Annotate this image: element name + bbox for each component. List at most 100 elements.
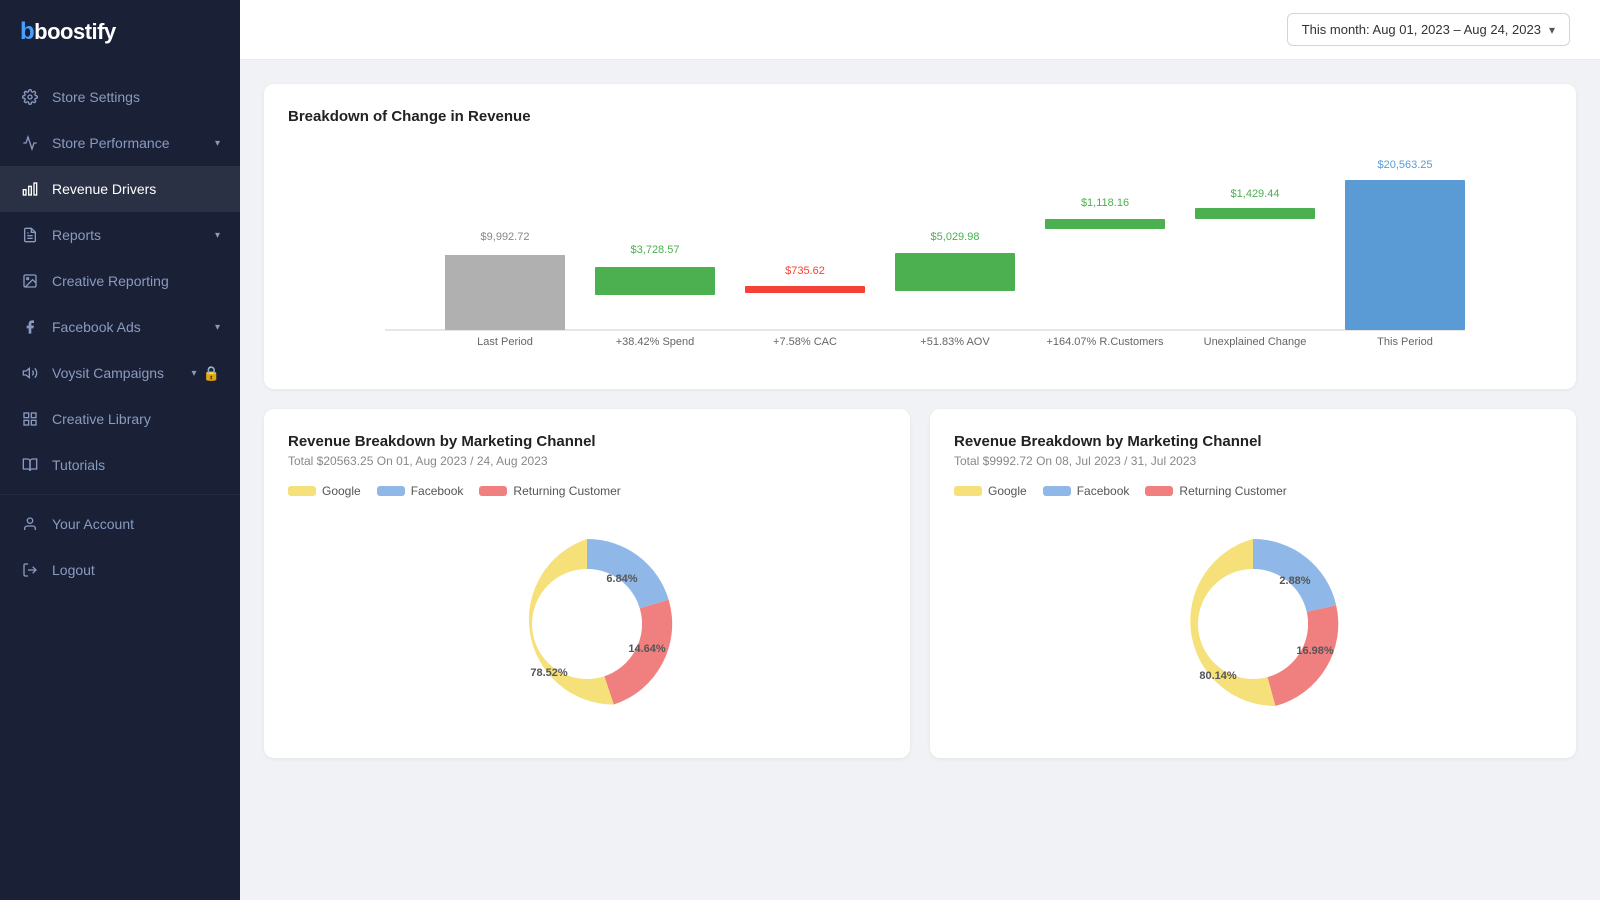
sidebar-item-creative-library[interactable]: Creative Library [0,396,240,442]
document-icon [20,225,40,245]
donut-prev-subtitle: Total $9992.72 On 08, Jul 2023 / 31, Jul… [954,454,1552,468]
google-color-dot-prev [954,486,982,496]
logo-text: boostify [34,19,116,44]
donut-current-svg: 6.84% 14.64% 78.52% [477,514,697,734]
donut-row: Revenue Breakdown by Marketing Channel T… [264,409,1576,758]
svg-text:$5,029.98: $5,029.98 [931,231,980,243]
sidebar-label-revenue-drivers: Revenue Drivers [52,181,220,197]
svg-text:+51.83% AOV: +51.83% AOV [920,336,990,348]
nav-divider [0,494,240,495]
svg-text:16.98%: 16.98% [1296,645,1334,657]
legend-label-google: Google [322,484,361,498]
sidebar-label-logout: Logout [52,562,220,578]
book-icon [20,455,40,475]
waterfall-title: Breakdown of Change in Revenue [288,108,1552,125]
svg-text:$1,429.44: $1,429.44 [1231,188,1280,200]
date-range-picker[interactable]: This month: Aug 01, 2023 – Aug 24, 2023 … [1287,13,1570,46]
sidebar-item-your-account[interactable]: Your Account [0,501,240,547]
legend-label-facebook-prev: Facebook [1077,484,1130,498]
svg-text:Unexplained Change: Unexplained Change [1204,336,1307,348]
chart-bar-icon [20,179,40,199]
waterfall-svg: $9,992.72 Last Period $3,728.57 +38.42% … [288,145,1552,365]
gear-icon [20,87,40,107]
topbar: This month: Aug 01, 2023 – Aug 24, 2023 … [240,0,1600,60]
legend-label-google-prev: Google [988,484,1027,498]
lock-icon: 🔒 [203,365,220,382]
grid-icon [20,409,40,429]
donut-current-legend: Google Facebook Returning Customer [288,484,886,498]
sidebar-item-voysit-campaigns[interactable]: Voysit Campaigns ▾ 🔒 [0,350,240,396]
chevron-down-icon: ▾ [215,138,220,149]
svg-text:+7.58% CAC: +7.58% CAC [773,336,837,348]
legend-label-returning: Returning Customer [513,484,620,498]
facebook-color-dot [377,486,405,496]
sidebar: bboostify Store Settings Store Performan… [0,0,240,900]
sidebar-item-store-settings[interactable]: Store Settings [0,74,240,120]
legend-label-returning-prev: Returning Customer [1179,484,1286,498]
sidebar-label-your-account: Your Account [52,516,220,532]
donut-prev-title: Revenue Breakdown by Marketing Channel [954,433,1552,450]
svg-text:78.52%: 78.52% [530,667,568,679]
sidebar-label-voysit-campaigns: Voysit Campaigns [52,365,192,381]
logout-icon [20,560,40,580]
sidebar-label-store-performance: Store Performance [52,135,215,151]
legend-item-returning: Returning Customer [479,484,620,498]
sidebar-item-store-performance[interactable]: Store Performance ▾ [0,120,240,166]
legend-item-facebook-prev: Facebook [1043,484,1130,498]
legend-item-returning-prev: Returning Customer [1145,484,1286,498]
sidebar-label-store-settings: Store Settings [52,89,220,105]
person-icon [20,514,40,534]
dropdown-arrow-icon: ▾ [1549,23,1555,37]
logo-b: b [20,18,34,45]
chevron-down-icon-reports: ▾ [215,230,220,241]
sidebar-label-creative-reporting: Creative Reporting [52,273,220,289]
logo: bboostify [0,0,240,64]
donut-current-subtitle: Total $20563.25 On 01, Aug 2023 / 24, Au… [288,454,886,468]
main-content: This month: Aug 01, 2023 – Aug 24, 2023 … [240,0,1600,900]
sidebar-label-facebook-ads: Facebook Ads [52,319,215,335]
donut-current-chart: 6.84% 14.64% 78.52% [288,514,886,734]
returning-color-dot-prev [1145,486,1173,496]
legend-item-facebook: Facebook [377,484,464,498]
facebook-icon [20,317,40,337]
waterfall-chart: $9,992.72 Last Period $3,728.57 +38.42% … [288,145,1552,365]
legend-label-facebook: Facebook [411,484,464,498]
donut-current-card: Revenue Breakdown by Marketing Channel T… [264,409,910,758]
content-area: Breakdown of Change in Revenue $9,992.72… [240,60,1600,900]
sidebar-nav: Store Settings Store Performance ▾ Reven… [0,64,240,900]
svg-text:+164.07% R.Customers: +164.07% R.Customers [1046,336,1164,348]
svg-text:$9,992.72: $9,992.72 [481,231,530,243]
svg-text:2.88%: 2.88% [1279,575,1310,587]
sidebar-item-facebook-ads[interactable]: Facebook Ads ▾ [0,304,240,350]
svg-text:$20,563.25: $20,563.25 [1377,159,1432,171]
svg-text:This Period: This Period [1377,336,1433,348]
returning-color-dot [479,486,507,496]
donut-prev-chart: 2.88% 16.98% 80.14% [954,514,1552,734]
svg-text:$3,728.57: $3,728.57 [631,244,680,256]
chevron-down-icon-fb: ▾ [215,322,220,333]
sidebar-label-creative-library: Creative Library [52,411,220,427]
date-range-text: This month: Aug 01, 2023 – Aug 24, 2023 [1302,22,1541,37]
facebook-color-dot-prev [1043,486,1071,496]
sidebar-item-creative-reporting[interactable]: Creative Reporting [0,258,240,304]
image-icon [20,271,40,291]
chart-line-icon [20,133,40,153]
donut-prev-svg: 2.88% 16.98% 80.14% [1143,514,1363,734]
svg-text:$1,118.16: $1,118.16 [1081,197,1129,209]
legend-item-google-prev: Google [954,484,1027,498]
sidebar-item-logout[interactable]: Logout [0,547,240,593]
svg-text:$735.62: $735.62 [785,265,825,277]
svg-text:6.84%: 6.84% [606,573,637,585]
sidebar-item-tutorials[interactable]: Tutorials [0,442,240,488]
donut-prev-legend: Google Facebook Returning Customer [954,484,1552,498]
sidebar-label-tutorials: Tutorials [52,457,220,473]
svg-text:Last Period: Last Period [477,336,533,348]
chevron-down-icon-voysit: ▾ [192,368,197,379]
sidebar-item-reports[interactable]: Reports ▾ [0,212,240,258]
megaphone-icon [20,363,40,383]
waterfall-card: Breakdown of Change in Revenue $9,992.72… [264,84,1576,389]
svg-text:14.64%: 14.64% [628,643,666,655]
google-color-dot [288,486,316,496]
sidebar-label-reports: Reports [52,227,215,243]
sidebar-item-revenue-drivers[interactable]: Revenue Drivers [0,166,240,212]
